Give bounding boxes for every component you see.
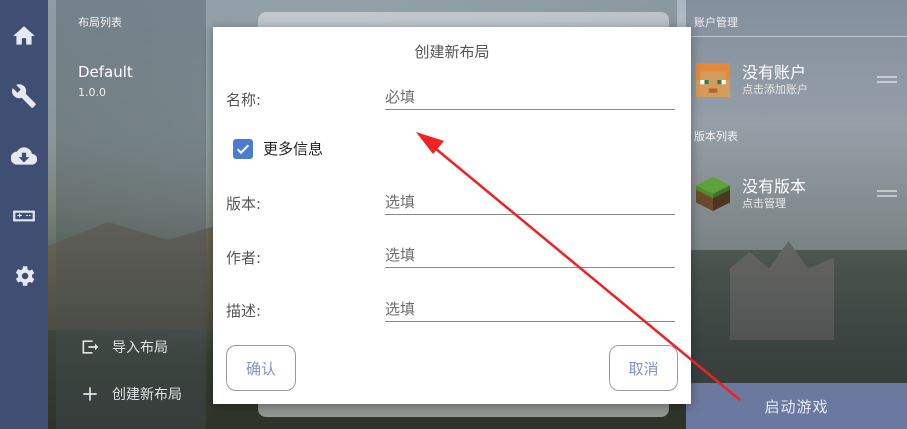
drag-handle-icon[interactable] [877, 190, 897, 202]
version-title: 没有版本 [742, 177, 807, 196]
nav-rail [0, 0, 48, 429]
cancel-button[interactable]: 取消 [609, 345, 678, 391]
version-input[interactable] [385, 190, 675, 215]
nav-controls-button[interactable] [0, 192, 48, 240]
account-header: 账户管理 [694, 16, 738, 29]
grass-block-icon [696, 177, 730, 211]
plus-icon [83, 387, 97, 401]
account-entry[interactable]: 没有账户 点击添加账户 [696, 63, 808, 97]
nav-download-button[interactable] [0, 132, 48, 180]
steve-avatar-icon [696, 63, 730, 97]
account-divider [686, 36, 907, 37]
dialog-title: 创建新布局 [414, 43, 490, 61]
name-label: 名称: [226, 91, 262, 109]
launch-game-button[interactable]: 启动游戏 [686, 383, 907, 429]
more-info-label: 更多信息 [263, 140, 324, 158]
home-icon [13, 26, 35, 45]
more-info-checkbox[interactable]: 更多信息 [233, 138, 323, 159]
account-title: 没有账户 [742, 63, 807, 82]
author-label: 作者: [226, 249, 262, 267]
version-subtitle: 点击管理 [742, 197, 786, 210]
cloud-download-icon [11, 147, 37, 165]
description-label: 描述: [226, 302, 262, 320]
drag-handle-icon[interactable] [877, 76, 897, 88]
nav-settings-button[interactable] [0, 252, 48, 300]
layout-list-header: 布局列表 [78, 16, 122, 29]
create-layout-label: 创建新布局 [112, 387, 182, 403]
version-label: 版本: [226, 195, 262, 213]
create-layout-dialog: 创建新布局 名称: 更多信息 版本: 作者: 描述: 确认 取消 [213, 27, 691, 404]
account-subtitle: 点击添加账户 [742, 83, 808, 96]
import-icon [82, 340, 99, 354]
create-layout-button[interactable]: 创建新布局 [80, 384, 182, 404]
version-list-header: 版本列表 [694, 130, 738, 143]
controller-icon [13, 210, 35, 222]
checkbox-checked-icon [233, 138, 253, 159]
nav-tools-button[interactable] [0, 72, 48, 120]
layout-version: 1.0.0 [78, 86, 106, 99]
version-entry[interactable]: 没有版本 点击管理 [696, 177, 806, 211]
nav-home-button[interactable] [0, 12, 48, 60]
account-panel: 账户管理 没有账户 点击添加账户 版本列表 没有版本 点击管理 启动游戏 [686, 0, 907, 429]
description-input[interactable] [385, 297, 675, 322]
layout-name: Default [78, 63, 133, 81]
import-layout-button[interactable]: 导入布局 [80, 337, 168, 357]
confirm-button[interactable]: 确认 [226, 345, 296, 391]
name-input[interactable] [385, 85, 675, 110]
author-input[interactable] [385, 243, 675, 268]
import-layout-label: 导入布局 [112, 340, 168, 356]
gear-icon [15, 266, 35, 286]
layout-list-panel: 布局列表 Default 1.0.0 导入布局 创建新布局 [56, 0, 206, 429]
wrench-icon [12, 84, 36, 108]
